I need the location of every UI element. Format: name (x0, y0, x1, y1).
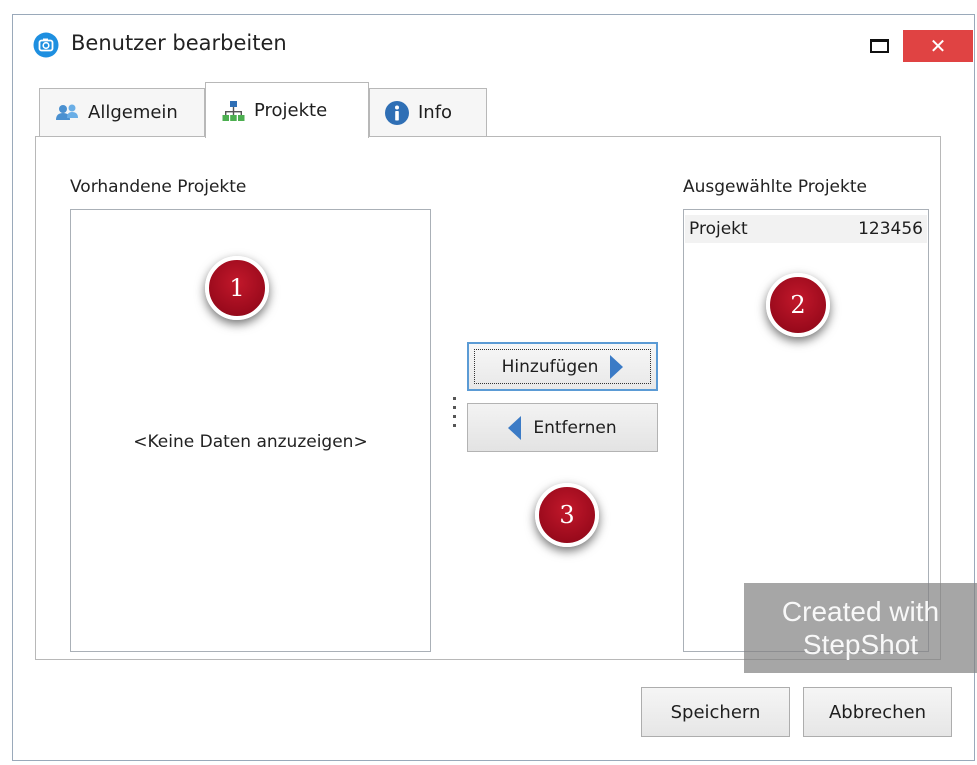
cancel-button[interactable]: Abbrechen (803, 687, 952, 737)
step-badge-2: 2 (766, 273, 830, 337)
project-number: 123456 (858, 219, 923, 239)
window-title: Benutzer bearbeiten (71, 31, 287, 55)
empty-list-text: <Keine Daten anzuzeigen> (133, 432, 368, 452)
tab-allgemein[interactable]: Allgemein (39, 88, 205, 136)
available-projects-label: Vorhandene Projekte (70, 177, 247, 197)
project-name: Projekt (689, 219, 748, 239)
selected-projects-label: Ausgewählte Projekte (683, 177, 867, 197)
tab-label: Projekte (254, 100, 328, 121)
title-bar[interactable]: Benutzer bearbeiten ✕ (13, 15, 974, 73)
users-icon (56, 104, 78, 120)
tab-label: Allgemein (88, 102, 178, 123)
save-button-label: Speichern (670, 701, 761, 723)
org-chart-icon (222, 100, 245, 121)
maximize-icon (869, 39, 889, 53)
close-icon: ✕ (929, 34, 947, 58)
cancel-button-label: Abbrechen (828, 701, 927, 723)
add-button[interactable]: Hinzufügen (467, 342, 658, 391)
arrow-left-icon (508, 415, 522, 440)
close-button[interactable]: ✕ (903, 30, 973, 62)
tab-projekte[interactable]: Projekte (205, 82, 369, 138)
maximize-button[interactable] (859, 31, 899, 61)
remove-button[interactable]: Entfernen (467, 403, 658, 452)
focus-rectangle (474, 349, 651, 384)
list-item[interactable]: Projekt 123456 (685, 215, 927, 243)
step-badge-3: 3 (535, 483, 599, 547)
stepshot-watermark: Created with StepShot (744, 583, 977, 673)
tab-label: Info (418, 102, 453, 123)
camera-app-icon (33, 32, 59, 58)
splitter-grip[interactable] (453, 397, 457, 427)
info-icon (385, 100, 409, 125)
tab-info[interactable]: Info (369, 88, 487, 136)
remove-button-label: Entfernen (533, 417, 617, 438)
watermark-line-1: Created with (781, 596, 940, 627)
watermark-line-2: StepShot (802, 629, 919, 660)
step-badge-1: 1 (205, 256, 269, 320)
save-button[interactable]: Speichern (641, 687, 790, 737)
